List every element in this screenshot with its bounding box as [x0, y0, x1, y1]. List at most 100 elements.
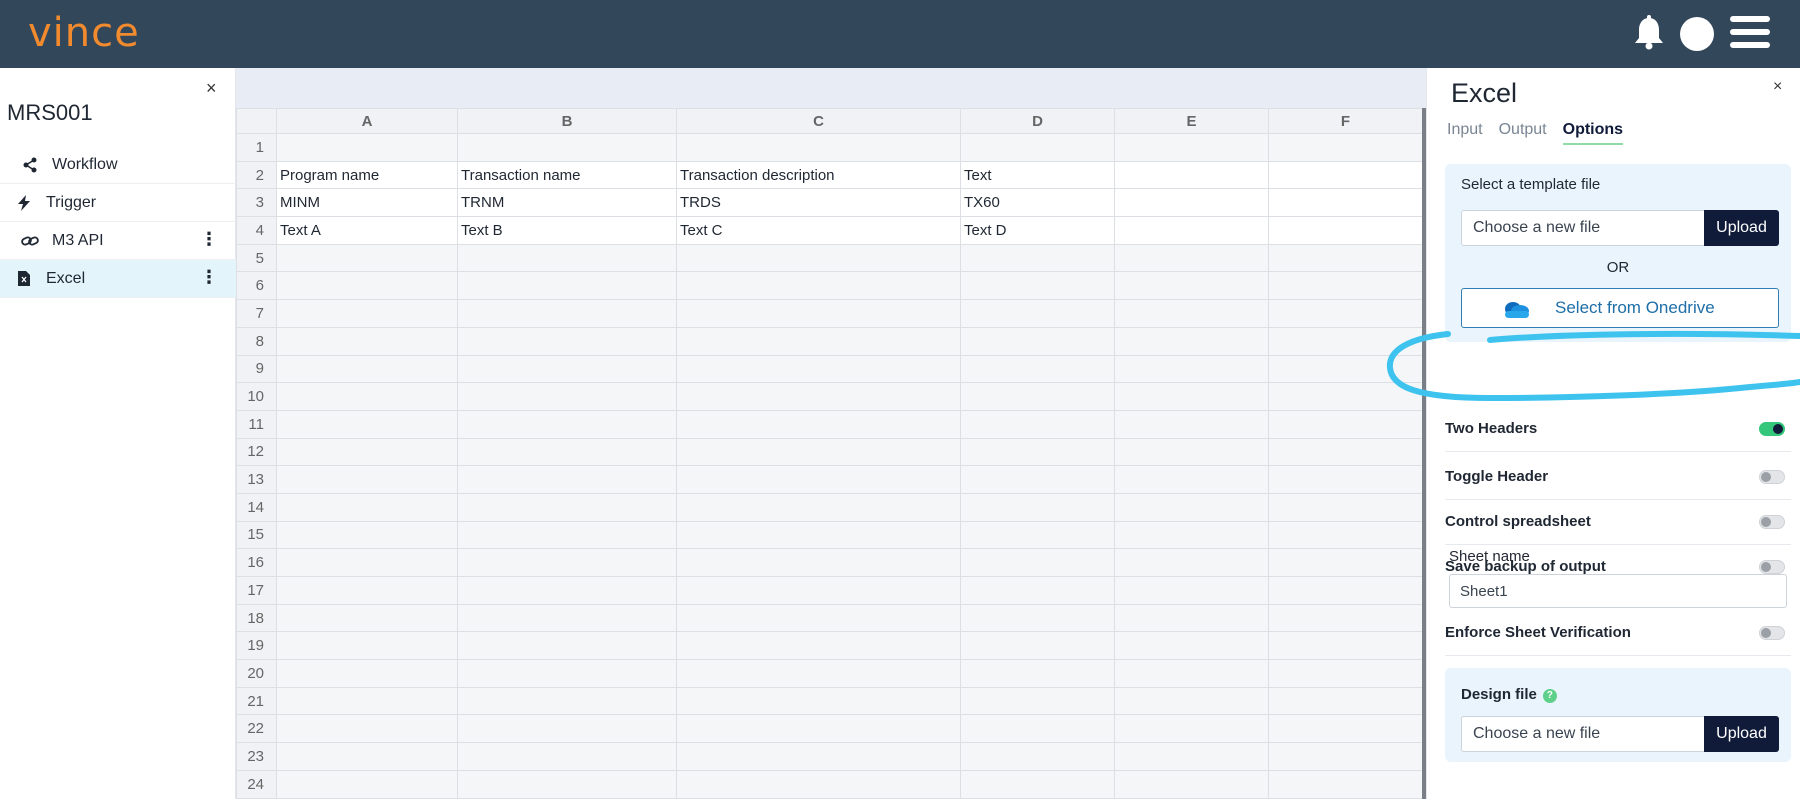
cell[interactable]: [276, 243, 458, 273]
cell[interactable]: [276, 603, 458, 633]
nav-item-trigger[interactable]: Trigger: [0, 184, 236, 222]
bell-icon[interactable]: [1632, 15, 1666, 51]
cell[interactable]: [276, 437, 458, 467]
cell[interactable]: [1114, 465, 1269, 494]
cell[interactable]: [1268, 299, 1423, 328]
cell[interactable]: [960, 548, 1115, 577]
cell[interactable]: TRDS: [676, 188, 961, 218]
cell[interactable]: [1114, 271, 1269, 301]
onedrive-button[interactable]: Select from Onedrive: [1461, 288, 1779, 328]
column-header[interactable]: B: [457, 108, 677, 134]
cell[interactable]: [1268, 271, 1423, 301]
cell[interactable]: [676, 686, 961, 716]
row-number[interactable]: 24: [236, 769, 277, 799]
nav-item-excel[interactable]: Excel ⋮: [0, 260, 236, 298]
row-number[interactable]: 4: [236, 216, 277, 245]
cell[interactable]: [1114, 631, 1269, 661]
cell[interactable]: [676, 659, 961, 688]
cell[interactable]: [960, 603, 1115, 633]
cell[interactable]: [457, 354, 677, 384]
cell[interactable]: [1114, 492, 1269, 522]
cell[interactable]: [457, 631, 677, 661]
cell[interactable]: [457, 548, 677, 577]
cell[interactable]: [1268, 465, 1423, 494]
cell[interactable]: [457, 382, 677, 411]
more-options-icon[interactable]: ⋮: [200, 230, 218, 248]
row-number[interactable]: 15: [236, 520, 277, 550]
two-headers-toggle[interactable]: [1759, 422, 1785, 436]
toggle-header-toggle[interactable]: [1759, 470, 1785, 484]
sheet-name-input[interactable]: [1449, 574, 1787, 608]
cell[interactable]: [676, 271, 961, 301]
cell[interactable]: [457, 299, 677, 328]
cell[interactable]: [1268, 742, 1423, 771]
corner-cell[interactable]: [236, 108, 277, 134]
cell[interactable]: [276, 548, 458, 577]
cell[interactable]: Text C: [676, 216, 961, 245]
cell[interactable]: [1268, 188, 1423, 218]
cell[interactable]: [1114, 409, 1269, 439]
cell[interactable]: [960, 299, 1115, 328]
cell[interactable]: [676, 714, 961, 744]
cell[interactable]: [1114, 299, 1269, 328]
cell[interactable]: [276, 659, 458, 688]
cell[interactable]: [1114, 742, 1269, 771]
cell[interactable]: Text B: [457, 216, 677, 245]
cell[interactable]: [960, 243, 1115, 273]
cell[interactable]: [276, 492, 458, 522]
cell[interactable]: [457, 686, 677, 716]
cell[interactable]: [1114, 520, 1269, 550]
cell[interactable]: Transaction description: [676, 160, 961, 190]
row-number[interactable]: 8: [236, 326, 277, 356]
cell[interactable]: [457, 133, 677, 162]
close-icon[interactable]: ×: [206, 78, 217, 99]
cell[interactable]: [960, 492, 1115, 522]
row-number[interactable]: 11: [236, 409, 277, 439]
cell[interactable]: [676, 548, 961, 577]
enforce-verification-toggle[interactable]: [1759, 626, 1785, 640]
cell[interactable]: [276, 354, 458, 384]
cell[interactable]: [1114, 714, 1269, 744]
cell[interactable]: [1114, 576, 1269, 605]
cell[interactable]: [1114, 133, 1269, 162]
cell[interactable]: [676, 326, 961, 356]
row-number[interactable]: 23: [236, 742, 277, 771]
cell[interactable]: [1268, 243, 1423, 273]
cell[interactable]: [960, 742, 1115, 771]
cell[interactable]: [960, 714, 1115, 744]
cell[interactable]: [1268, 326, 1423, 356]
tab-output[interactable]: Output: [1499, 121, 1547, 145]
cell[interactable]: [1114, 603, 1269, 633]
tab-options[interactable]: Options: [1562, 121, 1624, 145]
cell[interactable]: [276, 326, 458, 356]
template-file-input[interactable]: Choose a new file Upload: [1461, 210, 1779, 246]
cell[interactable]: Program name: [276, 160, 458, 190]
row-number[interactable]: 16: [236, 548, 277, 577]
cell[interactable]: [1268, 216, 1423, 245]
close-icon[interactable]: ×: [1773, 78, 1782, 96]
cell[interactable]: [1268, 659, 1423, 688]
cell[interactable]: [276, 271, 458, 301]
row-number[interactable]: 17: [236, 576, 277, 605]
cell[interactable]: [1268, 603, 1423, 633]
cell[interactable]: [676, 742, 961, 771]
row-number[interactable]: 21: [236, 686, 277, 716]
cell[interactable]: [457, 576, 677, 605]
cell[interactable]: [457, 465, 677, 494]
cell[interactable]: [960, 465, 1115, 494]
row-number[interactable]: 6: [236, 271, 277, 301]
column-header[interactable]: F: [1268, 108, 1423, 134]
cell[interactable]: [1268, 576, 1423, 605]
row-number[interactable]: 19: [236, 631, 277, 661]
avatar[interactable]: [1680, 17, 1714, 51]
cell[interactable]: [276, 769, 458, 799]
cell[interactable]: Text A: [276, 216, 458, 245]
cell[interactable]: [676, 465, 961, 494]
cell[interactable]: [676, 437, 961, 467]
cell[interactable]: [1114, 354, 1269, 384]
tab-input[interactable]: Input: [1447, 121, 1483, 145]
row-number[interactable]: 2: [236, 160, 277, 190]
save-backup-toggle[interactable]: [1759, 560, 1785, 574]
column-header[interactable]: D: [960, 108, 1115, 134]
cell[interactable]: [1268, 133, 1423, 162]
